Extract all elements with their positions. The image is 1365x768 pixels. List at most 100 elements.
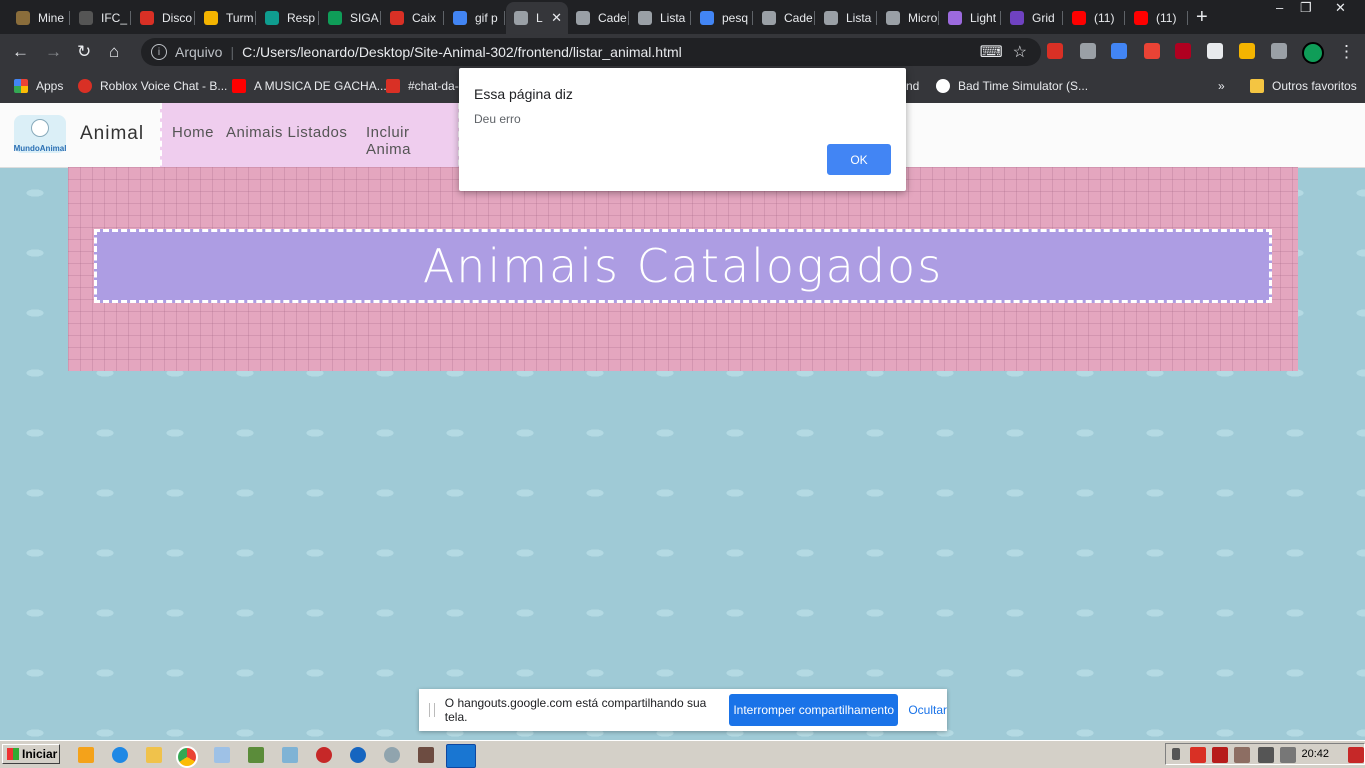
game-icon[interactable] xyxy=(316,747,332,763)
browser-tab[interactable]: L ✕ xyxy=(506,2,568,34)
tray-security-icon[interactable] xyxy=(1212,747,1228,763)
extension-translate-icon[interactable] xyxy=(1111,43,1127,59)
browser-tab[interactable]: Cade xyxy=(754,4,815,32)
tab-separator xyxy=(1062,11,1063,25)
browser-tab[interactable]: IFC_ xyxy=(71,4,131,32)
internet-explorer-icon[interactable] xyxy=(112,747,128,763)
profile-avatar[interactable] xyxy=(1302,42,1324,64)
new-tab-button[interactable]: + xyxy=(1196,6,1208,29)
browser-tab[interactable]: Grid xyxy=(1002,4,1063,32)
windows-logo-icon xyxy=(7,748,19,760)
tray-expand-icon[interactable] xyxy=(1172,748,1180,760)
tab-label: Mine xyxy=(38,11,65,25)
browser-toolbar: ← → ↻ ⌂ i Arquivo | C:/Users/leonardo/De… xyxy=(0,34,1365,70)
browser-tab[interactable]: Cade xyxy=(568,4,629,32)
browser-tab[interactable]: Lista xyxy=(630,4,691,32)
drag-handle-icon[interactable] xyxy=(429,703,435,717)
back-icon[interactable]: ← xyxy=(12,42,29,62)
character-icon[interactable] xyxy=(418,747,434,763)
site-brand[interactable]: Animal xyxy=(80,123,144,145)
home-icon[interactable]: ⌂ xyxy=(109,42,119,62)
tab-separator xyxy=(443,11,444,25)
info-icon[interactable]: i xyxy=(151,44,167,60)
restore-button[interactable]: ❐ xyxy=(1300,0,1312,16)
roblox-icon xyxy=(78,79,92,93)
extensions-puzzle-icon[interactable] xyxy=(1271,43,1287,59)
nav-incluir-animal[interactable]: Incluir Anima xyxy=(366,124,458,158)
browser-tab[interactable]: Light xyxy=(940,4,1001,32)
extension-w-icon[interactable] xyxy=(1239,43,1255,59)
tab-close-icon[interactable]: ✕ xyxy=(551,10,562,26)
tab-favicon-icon xyxy=(453,11,467,25)
minecraft-icon[interactable] xyxy=(248,747,264,763)
bookmark-roblox-voice[interactable]: Roblox Voice Chat - B... xyxy=(78,79,227,93)
ok-button[interactable]: OK xyxy=(827,144,891,175)
tab-separator xyxy=(1187,11,1188,25)
bookmark-other-favorites[interactable]: Outros favoritos xyxy=(1250,79,1357,93)
tab-favicon-icon xyxy=(390,11,404,25)
browser-tab[interactable]: Mine xyxy=(8,4,70,32)
translate-icon[interactable]: ⌨ xyxy=(980,42,1003,62)
tab-label: Caix xyxy=(412,11,437,25)
screen-share-bar: O hangouts.google.com está compartilhand… xyxy=(419,689,947,731)
app-icon[interactable] xyxy=(350,747,366,763)
browser-tab[interactable]: (11) xyxy=(1126,4,1188,32)
explorer-folder-icon[interactable] xyxy=(146,747,162,763)
bookmark-apps[interactable]: Apps xyxy=(14,79,63,93)
extension-shield-icon[interactable] xyxy=(1144,43,1160,59)
close-window-button[interactable]: ✕ xyxy=(1335,0,1346,16)
nav-animais-listados[interactable]: Animais Listados xyxy=(226,124,347,141)
site-logo[interactable]: MundoAnimal xyxy=(14,115,66,153)
chrome-icon[interactable] xyxy=(176,746,198,768)
minimize-button[interactable]: – xyxy=(1276,0,1283,15)
bookmark-chat-da[interactable]: #chat-da- xyxy=(386,79,459,93)
browser-tab[interactable]: Lista xyxy=(816,4,877,32)
url-text[interactable]: C:/Users/leonardo/Desktop/Site-Animal-30… xyxy=(242,44,682,60)
bookmark-star-icon[interactable]: ☆ xyxy=(1013,42,1027,62)
browser-tab[interactable]: SIGA xyxy=(320,4,381,32)
nav-home[interactable]: Home xyxy=(172,124,214,141)
reload-icon[interactable]: ↻ xyxy=(77,42,91,62)
forward-icon[interactable]: → xyxy=(45,42,62,62)
settings-app-icon[interactable] xyxy=(384,747,400,763)
tray-app-icon[interactable] xyxy=(1234,747,1250,763)
notepad-icon[interactable] xyxy=(282,747,298,763)
browser-tab[interactable]: Resp xyxy=(257,4,319,32)
tab-separator xyxy=(690,11,691,25)
volume-icon[interactable] xyxy=(1280,747,1296,763)
bookmark-label: A MUSICA DE GACHA... xyxy=(254,79,387,93)
browser-tab[interactable]: (11) xyxy=(1064,4,1125,32)
page-title-box: Animais Catalogados xyxy=(94,229,1272,303)
browser-tab[interactable]: Caix xyxy=(382,4,444,32)
tab-separator xyxy=(752,11,753,25)
bookmark-bad-time[interactable]: Bad Time Simulator (S... xyxy=(936,79,1088,93)
browser-tab[interactable]: pesq xyxy=(692,4,753,32)
start-button[interactable]: Iniciar xyxy=(2,744,60,764)
tab-separator xyxy=(504,11,505,25)
browser-tab[interactable]: Micro xyxy=(878,4,939,32)
menu-icon[interactable]: ⋮ xyxy=(1338,42,1355,62)
tab-separator xyxy=(380,11,381,25)
extension-box-icon[interactable] xyxy=(1207,43,1223,59)
vscode-icon[interactable] xyxy=(446,744,476,768)
bookmark-nd[interactable]: nd xyxy=(906,79,919,93)
hide-button[interactable]: Ocultar xyxy=(908,703,947,717)
browser-tab[interactable]: Turm xyxy=(196,4,256,32)
scheme-label: Arquivo xyxy=(175,44,223,60)
browser-tab[interactable]: gif p xyxy=(445,4,505,32)
bookmark-label: nd xyxy=(906,79,920,93)
bookmark-musica-gacha[interactable]: A MUSICA DE GACHA... xyxy=(232,79,387,93)
tray-notification-icon[interactable] xyxy=(1348,747,1364,763)
stop-sharing-button[interactable]: Interromper compartilhamento xyxy=(729,694,899,726)
browser-tab[interactable]: Disco xyxy=(132,4,195,32)
extension-roblox-icon[interactable] xyxy=(1047,43,1063,59)
network-icon[interactable] xyxy=(1258,747,1274,763)
address-bar[interactable]: i Arquivo | C:/Users/leonardo/Desktop/Si… xyxy=(141,38,1041,66)
media-player-icon[interactable] xyxy=(78,747,94,763)
tab-label: Turm xyxy=(226,11,254,25)
extension-keyboard-icon[interactable] xyxy=(1080,43,1096,59)
extension-bfr-icon[interactable] xyxy=(1175,43,1191,59)
tray-roblox-icon[interactable] xyxy=(1190,747,1206,763)
calculator-icon[interactable] xyxy=(214,747,230,763)
bookmarks-overflow-button[interactable]: » xyxy=(1218,79,1225,93)
